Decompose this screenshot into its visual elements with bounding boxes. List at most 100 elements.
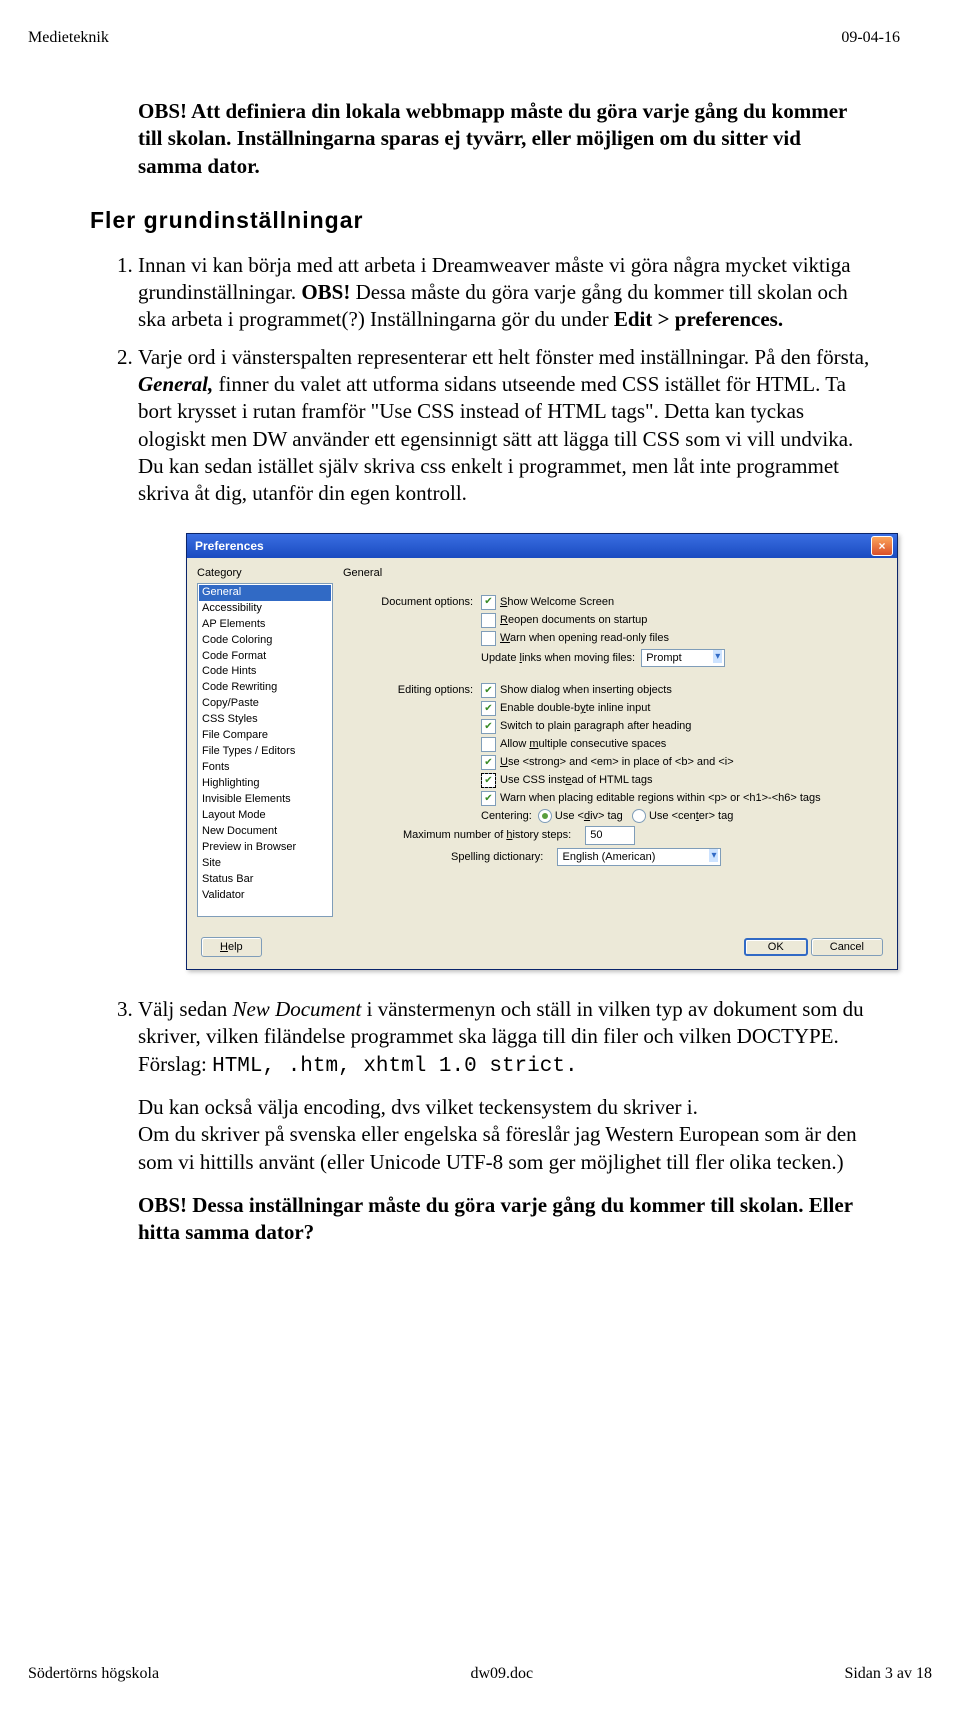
checkbox-doublebyte[interactable]	[481, 701, 496, 716]
cancel-button[interactable]: Cancel	[811, 938, 883, 956]
checkbox-warn-regions[interactable]	[481, 791, 496, 806]
category-item[interactable]: File Types / Editors	[199, 744, 331, 760]
field-label: Spelling dictionary:	[343, 850, 551, 864]
category-item[interactable]: Preview in Browser	[199, 840, 331, 856]
page-header-left: Medieteknik	[28, 28, 109, 49]
close-icon[interactable]: ×	[871, 536, 893, 556]
form-row: Reopen documents on startup	[343, 613, 887, 628]
help-button[interactable]: Help	[201, 937, 262, 957]
section-heading: Fler grundinställningar	[90, 206, 870, 236]
panel-title: General	[343, 566, 887, 580]
window-controls: ×	[871, 536, 893, 556]
text-italic: New Document	[232, 997, 361, 1021]
text: Välj sedan	[138, 997, 232, 1021]
category-item[interactable]: Site	[199, 856, 331, 872]
form-row: Use CSS instead of HTML tags	[343, 773, 887, 788]
category-item[interactable]: Code Coloring	[199, 633, 331, 649]
category-item[interactable]: Validator	[199, 888, 331, 904]
category-label: Category	[197, 566, 333, 580]
form-row: Update links when moving files: Prompt	[343, 649, 887, 667]
category-item[interactable]: Highlighting	[199, 776, 331, 792]
category-list[interactable]: General Accessibility AP Elements Code C…	[197, 583, 333, 917]
form-row: Switch to plain paragraph after heading	[343, 719, 887, 734]
list-item: Varje ord i vänsterspalten representerar…	[138, 344, 870, 970]
category-item[interactable]: Status Bar	[199, 872, 331, 888]
form-row: Allow multiple consecutive spaces	[343, 737, 887, 752]
form-row: Enable double-byte inline input	[343, 701, 887, 716]
page-header-right: 09-04-16	[841, 28, 900, 49]
dialog-footer: Help OK Cancel	[187, 927, 897, 969]
radio-div-tag[interactable]	[538, 809, 552, 823]
checkbox-warn-readonly[interactable]	[481, 631, 496, 646]
category-item[interactable]: CSS Styles	[199, 712, 331, 728]
dialog-titlebar[interactable]: Preferences ×	[187, 534, 897, 558]
checkbox-insert-dialog[interactable]	[481, 683, 496, 698]
category-item[interactable]: Layout Mode	[199, 808, 331, 824]
checkbox-plainpara[interactable]	[481, 719, 496, 734]
dialog-body: Category General Accessibility AP Elemen…	[187, 558, 897, 926]
form-row: Use <strong> and <em> in place of <b> an…	[343, 755, 887, 770]
checkbox-label: Show dialog when inserting objects	[500, 683, 672, 697]
category-item[interactable]: File Compare	[199, 728, 331, 744]
field-label: Update links when moving files:	[481, 651, 635, 665]
button-group: OK Cancel	[744, 940, 883, 954]
category-item[interactable]: Code Hints	[199, 664, 331, 680]
text: finner du valet att utforma sidans utsee…	[138, 372, 853, 505]
category-item[interactable]: Code Rewriting	[199, 680, 331, 696]
category-item[interactable]: AP Elements	[199, 617, 331, 633]
checkbox-use-css[interactable]	[481, 773, 496, 788]
paragraph: Du kan också välja encoding, dvs vilket …	[138, 1094, 870, 1176]
list-item: Innan vi kan börja med att arbeta i Drea…	[138, 252, 870, 334]
field-label: Centering:	[481, 809, 532, 823]
form-row: Warn when opening read-only files	[343, 631, 887, 646]
checkbox-label: Use <strong> and <em> in place of <b> an…	[500, 755, 734, 769]
page: Medieteknik 09-04-16 OBS! Att definiera …	[0, 0, 960, 1713]
checkbox-multispace[interactable]	[481, 737, 496, 752]
dropdown-spelling[interactable]: English (American)	[557, 848, 721, 866]
category-item[interactable]: Copy/Paste	[199, 696, 331, 712]
form-row: Maximum number of history steps: 50	[343, 826, 887, 844]
category-item[interactable]: Accessibility	[199, 601, 331, 617]
category-item[interactable]: Code Format	[199, 649, 331, 665]
form-row: Document options: Show Welcome Screen	[343, 595, 887, 610]
form-label: Editing options:	[343, 683, 481, 697]
ok-button[interactable]: OK	[744, 938, 808, 956]
category-item-general[interactable]: General	[199, 585, 331, 601]
radio-label: Use <center> tag	[649, 809, 733, 823]
category-column: Category General Accessibility AP Elemen…	[197, 566, 333, 916]
checkbox-welcome[interactable]	[481, 595, 496, 610]
footer-right: Sidan 3 av 18	[844, 1664, 932, 1685]
checkbox-label: Show Welcome Screen	[500, 595, 614, 609]
settings-column: General Document options: Show Welcome S…	[343, 566, 887, 916]
category-item[interactable]: Invisible Elements	[199, 792, 331, 808]
preferences-dialog: Preferences × Category General Accessibi…	[186, 533, 898, 970]
checkbox-reopen[interactable]	[481, 613, 496, 628]
form-row: Spelling dictionary: English (American)	[343, 848, 887, 866]
checkbox-label: Allow multiple consecutive spaces	[500, 737, 666, 751]
checkbox-strongem[interactable]	[481, 755, 496, 770]
input-history-steps[interactable]: 50	[585, 826, 635, 844]
checkbox-label: Enable double-byte inline input	[500, 701, 650, 715]
footer-left: Södertörns högskola	[28, 1664, 159, 1685]
text-code: HTML, .htm, xhtml 1.0 strict.	[212, 1055, 577, 1078]
form-label: Document options:	[343, 595, 481, 609]
category-item[interactable]: Fonts	[199, 760, 331, 776]
radio-center-tag[interactable]	[632, 809, 646, 823]
text: Varje ord i vänsterspalten representerar…	[138, 345, 869, 369]
form-row: Editing options: Show dialog when insert…	[343, 683, 887, 698]
form-row: Centering: Use <div> tag Use <center> ta…	[343, 809, 887, 823]
checkbox-label: Use CSS instead of HTML tags	[500, 773, 652, 787]
obs-warning-1: OBS! Att definiera din lokala webbmapp m…	[138, 98, 870, 180]
checkbox-label: Warn when opening read-only files	[500, 631, 669, 645]
checkbox-label: Switch to plain paragraph after heading	[500, 719, 691, 733]
category-item[interactable]: New Document	[199, 824, 331, 840]
form-row: Warn when placing editable regions withi…	[343, 791, 887, 806]
list-item: Välj sedan New Document i vänstermenyn o…	[138, 996, 870, 1246]
obs-warning-2: OBS! Dessa inställningar måste du göra v…	[138, 1192, 870, 1247]
dropdown-update-links[interactable]: Prompt	[641, 649, 725, 667]
footer-center: dw09.doc	[470, 1664, 533, 1685]
page-footer: Södertörns högskola dw09.doc Sidan 3 av …	[28, 1664, 932, 1685]
text-bold-italic: General,	[138, 372, 213, 396]
dialog-title: Preferences	[195, 539, 264, 555]
checkbox-label: Warn when placing editable regions withi…	[500, 791, 821, 805]
